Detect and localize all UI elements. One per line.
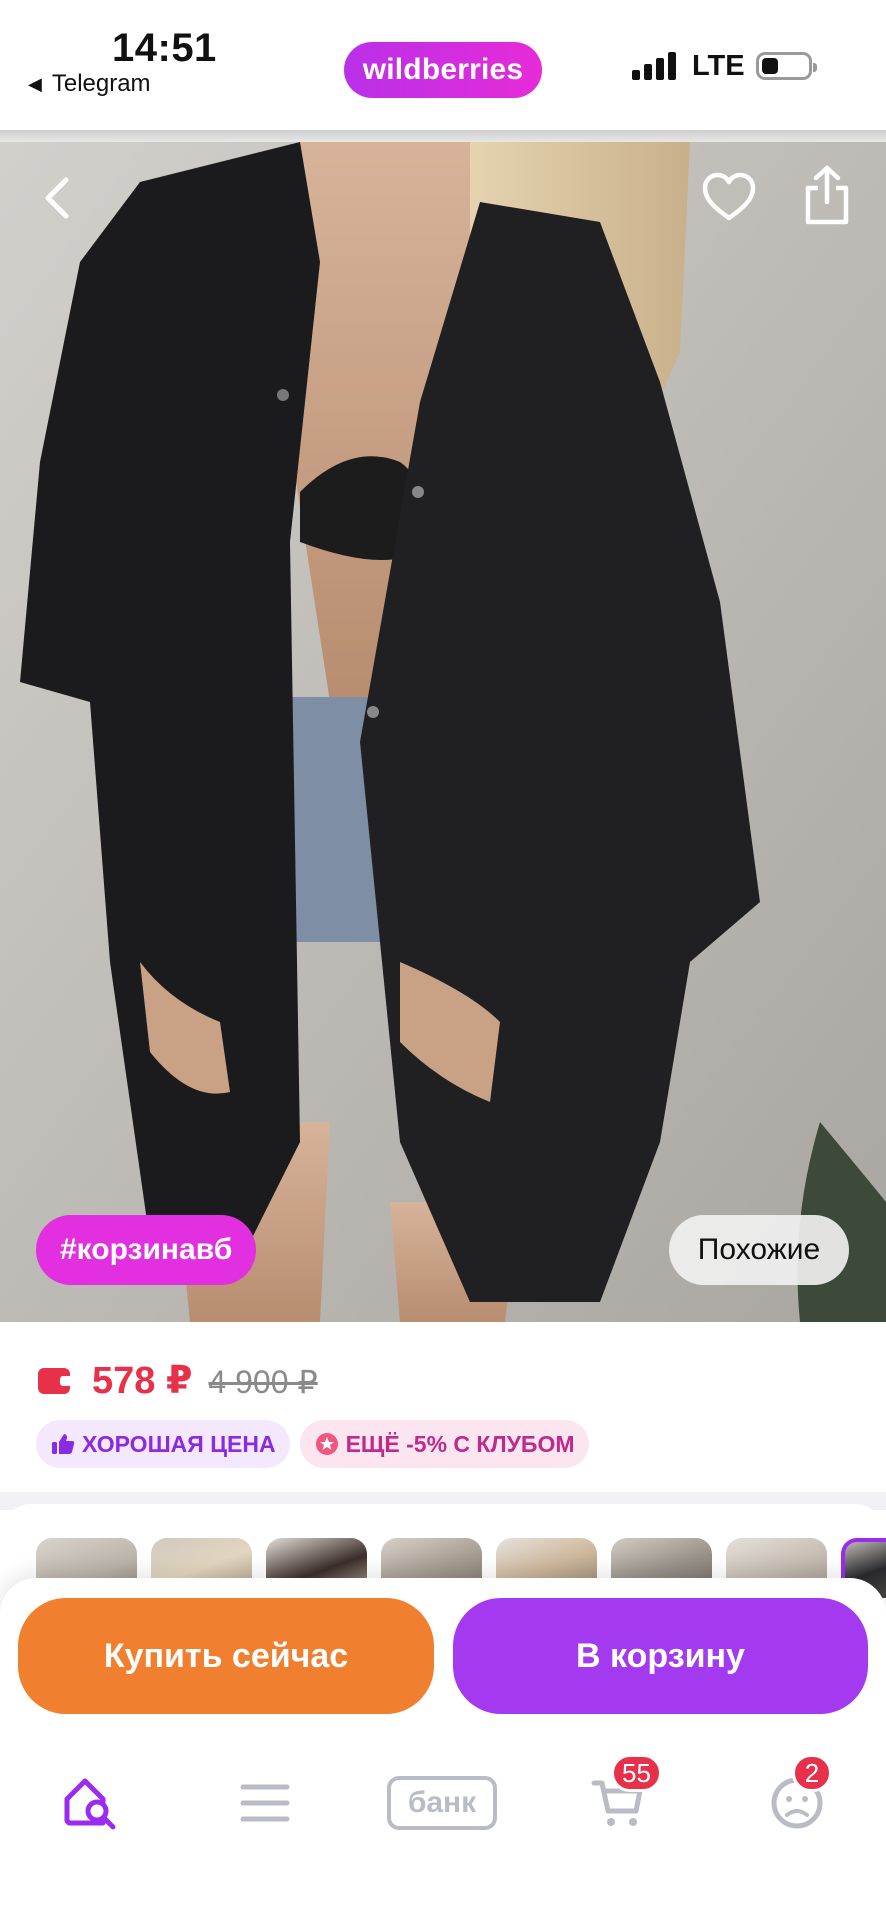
share-button[interactable] bbox=[802, 164, 852, 228]
bottom-action-bar: Купить сейчас В корзину банк 55 2 bbox=[0, 1578, 886, 1920]
wallet-icon bbox=[38, 1367, 72, 1394]
tab-cart[interactable]: 55 bbox=[563, 1748, 673, 1858]
buy-now-button[interactable]: Купить сейчас bbox=[18, 1598, 434, 1714]
tab-bank[interactable]: банк bbox=[387, 1748, 497, 1858]
tab-bar: банк 55 2 bbox=[0, 1748, 886, 1858]
status-bar: 14:51 ◀ Telegram wildberries LTE bbox=[0, 0, 886, 130]
header-divider bbox=[0, 130, 886, 142]
chevron-left-icon bbox=[45, 177, 69, 219]
price-card: 578 ₽ 4 900 ₽ ХОРОШАЯ ЦЕНА ЕЩЁ -5% С КЛУ… bbox=[0, 1322, 886, 1492]
price-badges: ХОРОШАЯ ЦЕНА ЕЩЁ -5% С КЛУБОМ bbox=[36, 1420, 589, 1468]
battery-icon bbox=[756, 52, 817, 80]
back-triangle-icon: ◀ bbox=[28, 73, 42, 94]
tab-home[interactable] bbox=[36, 1748, 146, 1858]
club-star-icon bbox=[314, 1431, 340, 1457]
profile-count-badge: 2 bbox=[792, 1754, 832, 1792]
club-discount-badge[interactable]: ЕЩЁ -5% С КЛУБОМ bbox=[299, 1420, 589, 1468]
product-photo[interactable]: #корзинавб Похожие bbox=[0, 142, 886, 1322]
back-to-app-link[interactable]: ◀ Telegram bbox=[28, 70, 151, 98]
thumbs-up-icon bbox=[50, 1431, 76, 1457]
status-time: 14:51 bbox=[112, 26, 217, 70]
good-price-badge[interactable]: ХОРОШАЯ ЦЕНА bbox=[36, 1420, 290, 1468]
back-app-label: Telegram bbox=[51, 70, 151, 97]
hashtag-pill[interactable]: #корзинавб bbox=[36, 1215, 257, 1285]
club-discount-label: ЕЩЁ -5% С КЛУБОМ bbox=[345, 1430, 575, 1457]
product-image bbox=[0, 142, 886, 1322]
home-search-icon bbox=[64, 1778, 116, 1830]
favorite-button[interactable] bbox=[700, 170, 758, 226]
current-price: 578 ₽ bbox=[92, 1360, 193, 1402]
heart-icon bbox=[702, 172, 756, 221]
menu-icon bbox=[240, 1784, 290, 1822]
back-button[interactable] bbox=[36, 170, 80, 226]
bank-label: банк bbox=[387, 1776, 497, 1830]
tab-catalog[interactable] bbox=[210, 1748, 320, 1858]
similar-button[interactable]: Похожие bbox=[669, 1215, 849, 1285]
cart-count-badge: 55 bbox=[611, 1754, 662, 1792]
old-price: 4 900 ₽ bbox=[208, 1364, 318, 1400]
add-to-cart-button[interactable]: В корзину bbox=[453, 1598, 868, 1714]
price-row: 578 ₽ 4 900 ₽ bbox=[38, 1358, 318, 1403]
good-price-label: ХОРОШАЯ ЦЕНА bbox=[82, 1430, 276, 1457]
share-icon bbox=[805, 165, 849, 225]
network-label: LTE bbox=[692, 50, 745, 82]
tab-profile[interactable]: 2 bbox=[742, 1748, 852, 1858]
brand-logo: wildberries bbox=[344, 42, 542, 98]
signal-icon bbox=[632, 52, 676, 80]
